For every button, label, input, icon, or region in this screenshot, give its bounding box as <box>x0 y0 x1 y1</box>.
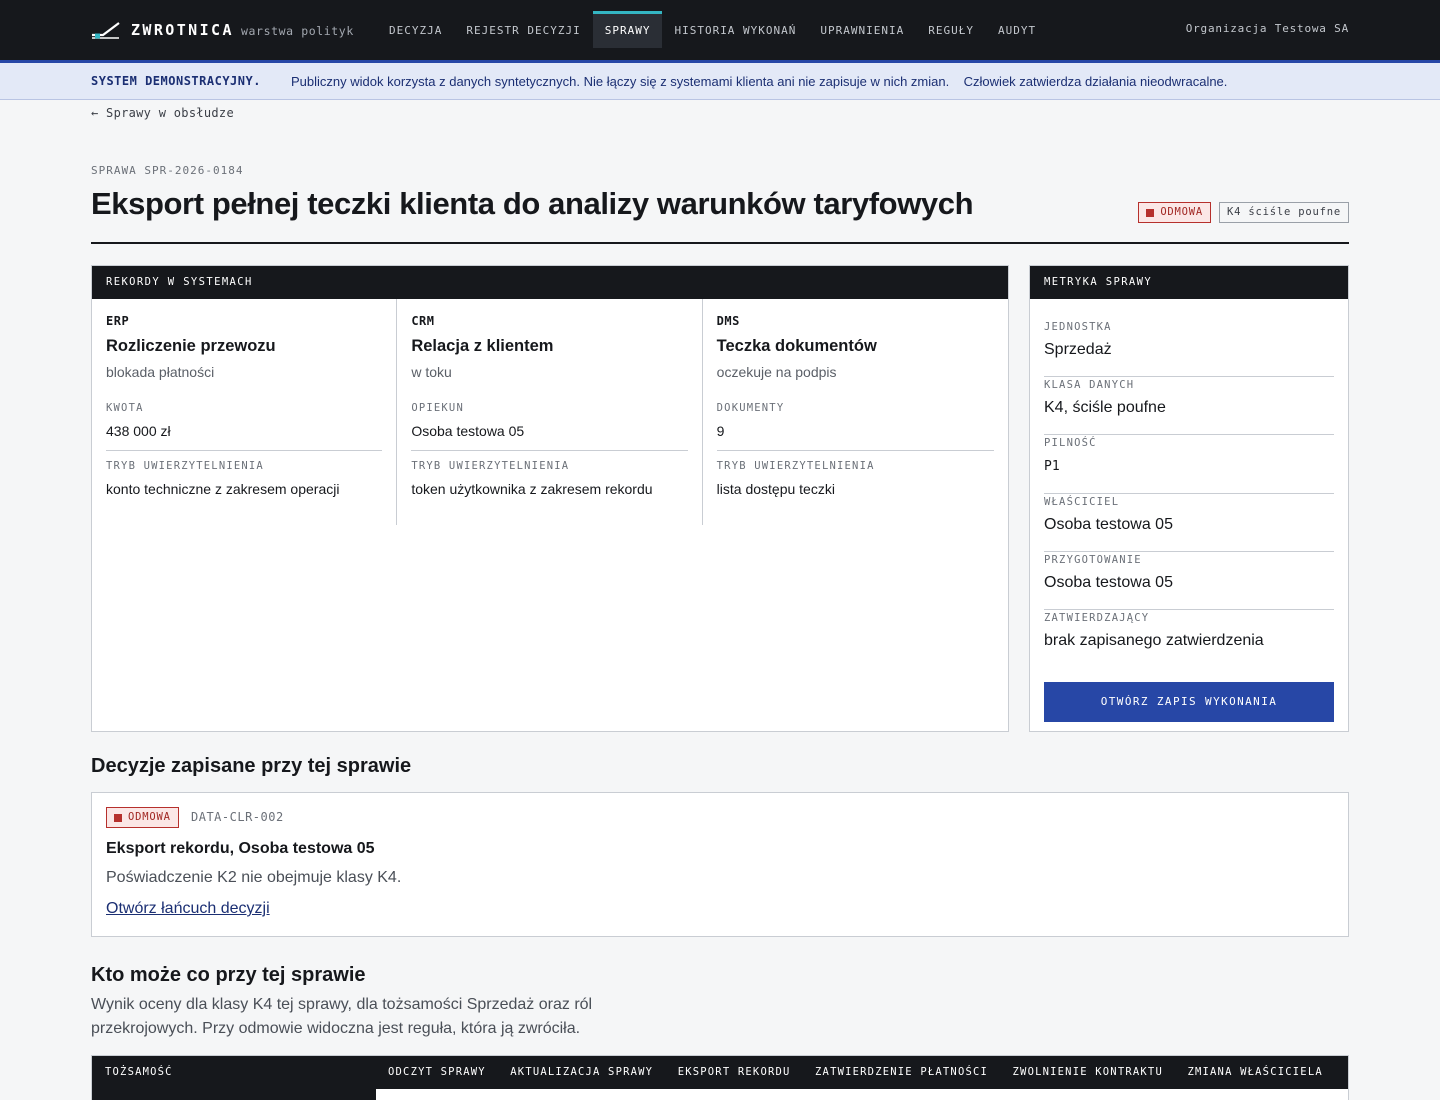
decisions-heading: Decyzje zapisane przy tej sprawie <box>91 755 412 777</box>
record-field-value: 9 <box>716 423 725 439</box>
data-class-badge: K4 ściśle poufne <box>1219 202 1349 223</box>
record-auth-label: TRYB UWIERZYTELNIENIA <box>411 460 570 472</box>
record-auth-value: konto techniczne z zakresem operacji <box>106 481 340 497</box>
deny-square-icon <box>1146 208 1155 217</box>
nav-tab-sprawy[interactable]: SPRAWY <box>592 11 663 48</box>
metric-value: Osoba testowa 05 <box>1044 573 1173 591</box>
identity-column-body <box>92 1089 376 1100</box>
column-header-export: EKSPORT REKORDU <box>677 1066 791 1078</box>
column-header-read: ODCZYT SPRAWY <box>388 1066 486 1078</box>
decision-description: Poświadczenie K2 nie obejmuje klasy K4. <box>106 869 402 886</box>
nav-tab-reguly[interactable]: REGUŁY <box>916 11 986 48</box>
decision-status-badge: ODMOWA <box>106 807 179 828</box>
record-field-value: 438 000 zł <box>106 423 171 439</box>
metric-value: Sprzedaż <box>1044 341 1112 358</box>
record-card-dms: DMS Teczka dokumentów oczekuje na podpis… <box>703 299 1008 525</box>
record-system: ERP <box>106 314 130 328</box>
record-system: CRM <box>411 314 435 328</box>
column-header-owner-change: ZMIANA WŁAŚCICIELA <box>1187 1066 1323 1078</box>
record-card-erp: ERP Rozliczenie przewozu blokada płatnoś… <box>92 299 398 525</box>
main-nav: DECYZJA REJESTR DECYZJI SPRAWY HISTORIA … <box>377 11 1048 48</box>
decision-card: ODMOWA DATA-CLR-002 Eksport rekordu, Oso… <box>91 792 1349 937</box>
title-divider <box>91 242 1349 244</box>
column-header-payment-approval: ZATWIERDZENIE PŁATNOŚCI <box>815 1066 989 1078</box>
case-metrics-panel: METRYKA SPRAWY JEDNOSTKA Sprzedaż KLASA … <box>1029 265 1349 732</box>
brand-subtitle: warstwa polityk <box>241 24 354 38</box>
record-auth-label: TRYB UWIERZYTELNIENIA <box>716 460 875 472</box>
metric-label: WŁAŚCICIEL <box>1044 495 1120 508</box>
status-badge-label: ODMOWA <box>1160 206 1204 218</box>
top-nav-bar: ZWROTNICA warstwa polityk DECYZJA REJEST… <box>0 0 1440 60</box>
metric-label: JEDNOSTKA <box>1044 321 1112 333</box>
record-divider <box>411 450 688 451</box>
record-status: w toku <box>411 364 452 380</box>
record-status: blokada płatności <box>106 364 215 380</box>
open-decision-chain-link[interactable]: Otwórz łańcuch decyzji <box>106 900 270 918</box>
metric-label: PILNOŚĆ <box>1044 437 1097 450</box>
metric-value: P1 <box>1044 459 1060 475</box>
column-header-identity: TOŻSAMOŚĆ <box>105 1066 173 1078</box>
record-system: DMS <box>716 314 740 328</box>
nav-tab-uprawnienia[interactable]: UPRAWNIENIA <box>808 11 916 48</box>
demo-banner-text: Publiczny widok korzysta z danych syntet… <box>291 74 1228 89</box>
metric-row-preparer: PRZYGOTOWANIE Osoba testowa 05 <box>1044 552 1334 610</box>
record-auth-value: token użytkownika z zakresem rekordu <box>411 481 653 497</box>
permissions-description: Wynik oceny dla klasy K4 tej sprawy, dla… <box>91 996 593 1037</box>
record-divider <box>716 450 994 451</box>
nav-tab-decyzja[interactable]: DECYZJA <box>377 11 454 48</box>
record-field-value: Osoba testowa 05 <box>411 423 525 439</box>
metric-row-unit: JEDNOSTKA Sprzedaż <box>1044 319 1334 378</box>
deny-square-icon <box>114 813 122 822</box>
record-status: oczekuje na podpis <box>716 364 837 380</box>
record-auth-label: TRYB UWIERZYTELNIENIA <box>106 460 264 472</box>
metric-value: K4, ściśle poufne <box>1044 399 1166 417</box>
record-name: Relacja z klientem <box>411 337 554 355</box>
decision-rule-code: DATA-CLR-002 <box>191 810 284 824</box>
case-id: SPRAWA SPR-2026-0184 <box>91 164 244 177</box>
record-field-label: DOKUMENTY <box>716 402 785 414</box>
records-panel-header: REKORDY W SYSTEMACH <box>92 266 1008 299</box>
nav-tab-audyt[interactable]: AUDYT <box>986 11 1048 48</box>
brand-name[interactable]: ZWROTNICA <box>131 21 234 39</box>
status-badge: ODMOWA <box>1138 202 1212 223</box>
record-field-label: KWOTA <box>106 402 144 414</box>
metric-row-approver: ZATWIERDZAJĄCY brak zapisanego zatwierdz… <box>1044 610 1334 668</box>
permissions-table: TOŻSAMOŚĆ ODCZYT SPRAWY AKTUALIZACJA SPR… <box>91 1055 1349 1100</box>
decision-status-label: ODMOWA <box>128 811 171 823</box>
demo-banner-title: SYSTEM DEMONSTRACYJNY. <box>91 74 261 88</box>
permissions-heading: Kto może co przy tej sprawie <box>91 964 366 986</box>
decision-name: Eksport rekordu, Osoba testowa 05 <box>106 840 375 857</box>
nav-tab-historia-wykonan[interactable]: HISTORIA WYKONAŃ <box>662 11 808 48</box>
switch-logo-icon <box>92 22 120 39</box>
record-divider <box>106 450 383 451</box>
page-title: Eksport pełnej teczki klienta do analizy… <box>91 186 974 221</box>
case-badges: ODMOWA K4 ściśle poufne <box>1138 202 1349 223</box>
metric-row-data-class: KLASA DANYCH K4, ściśle poufne <box>1044 377 1334 436</box>
metric-label: ZATWIERDZAJĄCY <box>1044 611 1150 624</box>
record-name: Rozliczenie przewozu <box>106 337 276 355</box>
records-panel: REKORDY W SYSTEMACH ERP Rozliczenie prze… <box>91 265 1009 732</box>
metric-row-owner: WŁAŚCICIEL Osoba testowa 05 <box>1044 494 1334 552</box>
column-header-contract-release: ZWOLNIENIE KONTRAKTU <box>1012 1066 1163 1078</box>
metric-label: KLASA DANYCH <box>1044 379 1135 392</box>
organization-name: Organizacja Testowa SA <box>1185 22 1349 35</box>
record-auth-value: lista dostępu teczki <box>716 481 835 497</box>
back-to-cases-link[interactable]: ← Sprawy w obsłudze <box>91 106 234 120</box>
open-execution-record-button[interactable]: OTWÓRZ ZAPIS WYKONANIA <box>1044 682 1334 723</box>
permissions-table-header: TOŻSAMOŚĆ ODCZYT SPRAWY AKTUALIZACJA SPR… <box>92 1056 1348 1089</box>
metrics-panel-header: METRYKA SPRAWY <box>1030 266 1348 299</box>
column-header-update: AKTUALIZACJA SPRAWY <box>510 1066 654 1078</box>
nav-tab-rejestr-decyzji[interactable]: REJESTR DECYZJI <box>454 11 592 48</box>
record-field-label: OPIEKUN <box>411 402 464 414</box>
metric-value: brak zapisanego zatwierdzenia <box>1044 631 1264 649</box>
record-card-crm: CRM Relacja z klientem w toku OPIEKUN Os… <box>397 299 703 525</box>
record-name: Teczka dokumentów <box>716 337 877 355</box>
metric-row-urgency: PILNOŚĆ P1 <box>1044 435 1334 494</box>
demo-banner: SYSTEM DEMONSTRACYJNY. Publiczny widok k… <box>0 60 1440 100</box>
metric-label: PRZYGOTOWANIE <box>1044 553 1142 566</box>
metric-value: Osoba testowa 05 <box>1044 515 1173 533</box>
